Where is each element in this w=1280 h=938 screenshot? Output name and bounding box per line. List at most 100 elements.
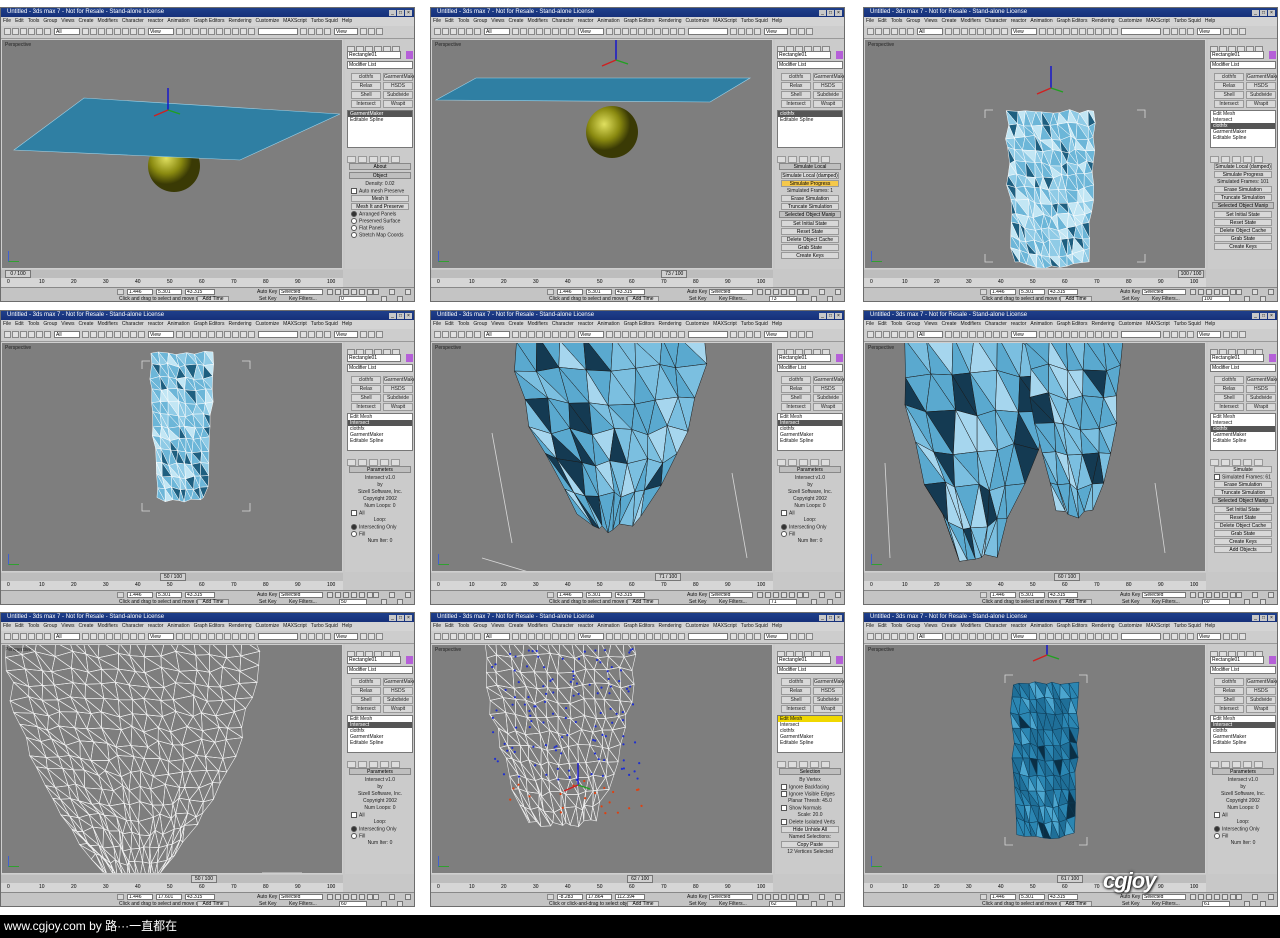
toolbar-button[interactable]	[1079, 331, 1086, 338]
key-filters-button[interactable]: Key Filters...	[719, 901, 747, 906]
menu-item-create[interactable]: Create	[79, 321, 94, 327]
viewport-nav-icon[interactable]	[1252, 289, 1258, 295]
show-end-result-icon[interactable]	[358, 156, 367, 163]
menu-item-edit[interactable]: Edit	[445, 18, 454, 24]
set-key-button[interactable]: Set Key	[1122, 599, 1140, 604]
named-selection-dropdown[interactable]	[688, 331, 728, 338]
radio-button[interactable]	[351, 218, 357, 224]
panel-button[interactable]: Hide Unhide All	[781, 826, 839, 833]
viewport-nav-icon[interactable]	[1252, 592, 1258, 598]
menu-item-create[interactable]: Create	[942, 18, 957, 24]
current-frame-field[interactable]: 60	[339, 901, 367, 906]
current-frame-field[interactable]: 60	[1202, 599, 1230, 604]
menu-item-graph-editors[interactable]: Graph Editors	[1057, 321, 1088, 327]
radio-row[interactable]: Stretch Map Coords	[351, 232, 403, 239]
viewport-nav-icon[interactable]	[803, 894, 809, 900]
toolbar-button[interactable]	[122, 28, 129, 35]
menu-item-file[interactable]: File	[433, 623, 441, 629]
pin-stack-icon[interactable]	[347, 156, 356, 163]
rollout-header[interactable]: Parameters	[1212, 768, 1274, 775]
checkbox[interactable]	[781, 784, 787, 790]
menu-item-turbo-squid[interactable]: Turbo Squid	[311, 18, 338, 24]
checkbox[interactable]	[781, 510, 787, 516]
toolbar-button[interactable]	[1223, 331, 1230, 338]
viewport-nav-icon[interactable]	[835, 894, 841, 900]
toolbar-button[interactable]	[977, 331, 984, 338]
viewport-nav-icon[interactable]	[827, 599, 833, 604]
key-filters-button[interactable]: Key Filters...	[289, 296, 317, 301]
panel-button[interactable]: Delete Object Cache	[781, 236, 839, 243]
toolbar-button[interactable]	[1111, 633, 1118, 640]
modifier-button-shell[interactable]: Shell	[351, 394, 381, 402]
panel-button[interactable]: Copy Paste	[781, 841, 839, 848]
toolbar-button[interactable]	[891, 28, 898, 35]
viewport-nav-icon[interactable]	[1236, 592, 1242, 598]
render-view-dropdown[interactable]: View	[334, 633, 358, 640]
viewport-nav-icon[interactable]	[835, 592, 841, 598]
toolbar-button[interactable]	[232, 28, 239, 35]
show-end-result-icon[interactable]	[788, 156, 797, 163]
minimize-button[interactable]: _	[819, 10, 826, 16]
modifier-list-dropdown[interactable]: Modifier List	[777, 666, 843, 674]
toolbar-button[interactable]	[512, 633, 519, 640]
object-name-field[interactable]: Rectangle01	[1210, 51, 1264, 59]
toolbar-button[interactable]	[82, 28, 89, 35]
selected-dropdown[interactable]: Selected	[1142, 289, 1186, 295]
selection-filter-dropdown[interactable]: All	[484, 331, 510, 338]
toolbar-button[interactable]	[1179, 331, 1186, 338]
modifier-button-garmentmaker[interactable]: GarmentMaker	[1246, 678, 1277, 686]
viewport-nav-icon[interactable]	[819, 592, 825, 598]
menu-item-help[interactable]: Help	[772, 18, 782, 24]
viewport-nav-icon[interactable]	[811, 599, 817, 604]
configure-sets-icon[interactable]	[391, 761, 400, 768]
toolbar-button[interactable]	[1087, 633, 1094, 640]
modifier-button-shell[interactable]: Shell	[351, 696, 381, 704]
toolbar-button[interactable]	[216, 331, 223, 338]
toolbar-button[interactable]	[953, 633, 960, 640]
menu-item-animation[interactable]: Animation	[167, 18, 189, 24]
radio-button[interactable]	[1214, 826, 1220, 832]
toolbar-button[interactable]	[36, 331, 43, 338]
show-end-result-icon[interactable]	[1221, 156, 1230, 163]
menu-item-modifiers[interactable]: Modifiers	[528, 321, 548, 327]
modifier-button-clothfx[interactable]: clothfx	[351, 376, 381, 384]
toolbar-button[interactable]	[200, 633, 207, 640]
menu-item-group[interactable]: Group	[473, 321, 487, 327]
object-name-field[interactable]: Rectangle01	[1210, 354, 1264, 362]
toolbar-button[interactable]	[875, 28, 882, 35]
toolbar-button[interactable]	[1171, 331, 1178, 338]
toolbar-button[interactable]	[606, 633, 613, 640]
auto-key-button[interactable]: Auto Key	[257, 894, 277, 900]
menu-item-maxscript[interactable]: MAXScript	[713, 623, 737, 629]
time-slider[interactable]: 71 / 100	[431, 573, 773, 581]
toolbar-button[interactable]	[376, 633, 383, 640]
toolbar-button[interactable]	[248, 331, 255, 338]
toolbar-button[interactable]	[622, 633, 629, 640]
playback-control-icon[interactable]	[1206, 894, 1212, 900]
selected-dropdown[interactable]: Selected	[1142, 592, 1186, 598]
playback-control-icon[interactable]	[359, 592, 365, 598]
make-unique-icon[interactable]	[799, 459, 808, 466]
remove-modifier-icon[interactable]	[810, 156, 819, 163]
toolbar-button[interactable]	[867, 331, 874, 338]
close-button[interactable]: ×	[405, 10, 412, 16]
set-key-button[interactable]: Set Key	[259, 296, 277, 301]
radio-button[interactable]	[351, 232, 357, 238]
viewport-nav-icon[interactable]	[803, 592, 809, 598]
track-bar[interactable]: 0 10 20 30 40 50 60 70 80 90 100	[1, 278, 343, 287]
playback-control-icon[interactable]	[789, 894, 795, 900]
auto-key-button[interactable]: Auto Key	[1120, 289, 1140, 295]
toolbar-button[interactable]	[1079, 28, 1086, 35]
modifier-stack-item[interactable]: Editable Spline	[1211, 135, 1275, 141]
toolbar-button[interactable]	[1231, 633, 1238, 640]
modifier-stack-item[interactable]: Editable Spline	[778, 740, 842, 746]
menu-item-turbo-squid[interactable]: Turbo Squid	[741, 18, 768, 24]
scene-objects[interactable]	[2, 343, 342, 571]
menu-item-help[interactable]: Help	[1205, 321, 1215, 327]
toolbar-button[interactable]	[98, 331, 105, 338]
toolbar-button[interactable]	[730, 331, 737, 338]
toolbar-button[interactable]	[1187, 633, 1194, 640]
object-color-swatch[interactable]	[406, 354, 413, 362]
toolbar-button[interactable]	[184, 331, 191, 338]
toolbar-button[interactable]	[216, 633, 223, 640]
